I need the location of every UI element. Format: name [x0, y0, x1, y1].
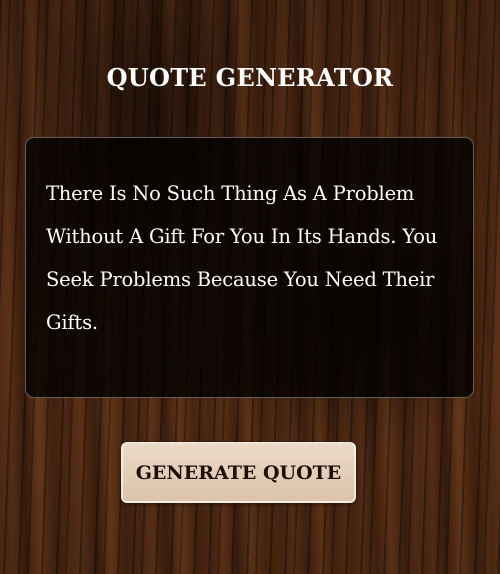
quote-text: There Is No Such Thing As A Problem With… [46, 182, 438, 334]
page-title: QUOTE GENERATOR [106, 63, 394, 92]
generate-quote-button[interactable]: GENERATE QUOTE [121, 442, 356, 503]
quote-card: There Is No Such Thing As A Problem With… [25, 137, 474, 398]
